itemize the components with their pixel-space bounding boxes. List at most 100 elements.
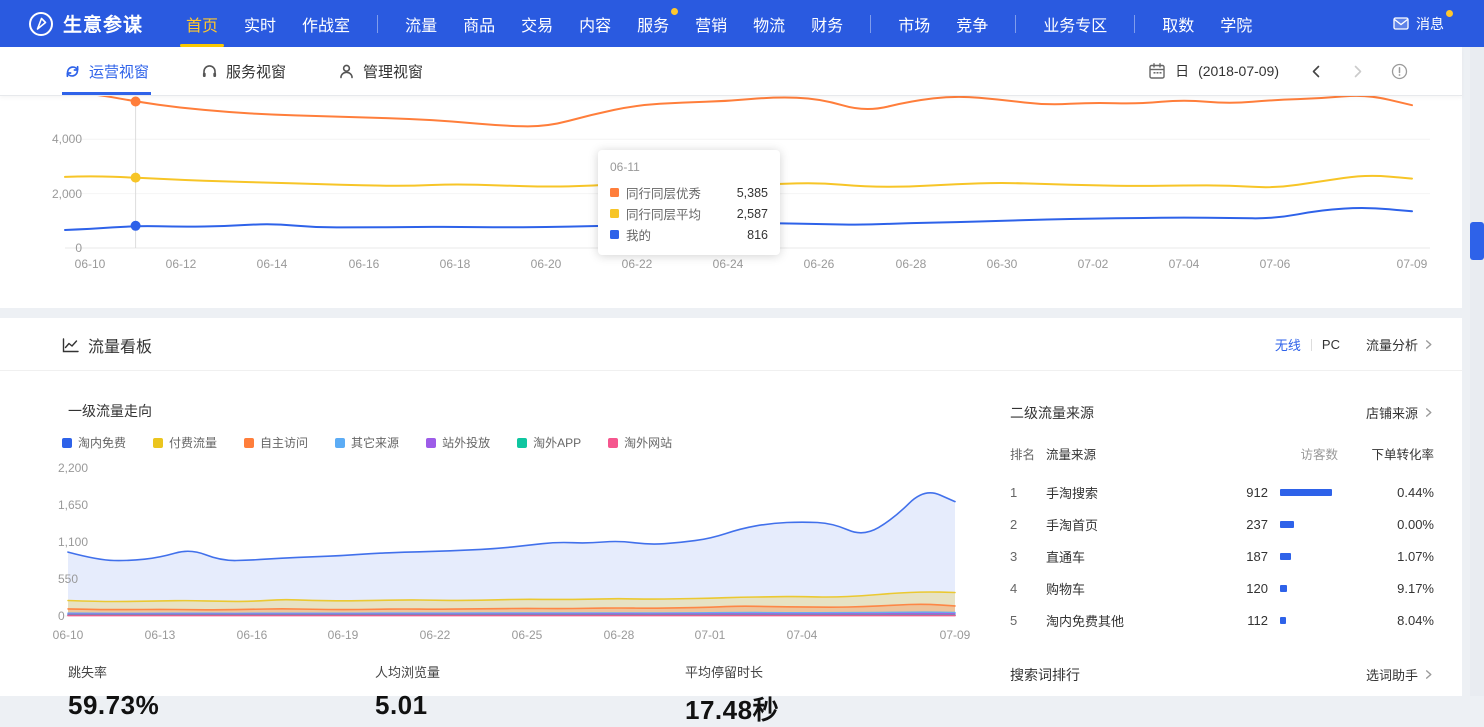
chevron-right-icon — [1423, 669, 1434, 680]
nav-item-marketing[interactable]: 营销 — [695, 12, 727, 36]
x-tick-label: 06-24 — [713, 257, 744, 271]
date-granularity: 日 — [1175, 61, 1189, 81]
metric-value: 59.73% — [68, 690, 159, 721]
tooltip-label: 同行同层平均 — [626, 204, 701, 223]
tooltip-marker — [610, 230, 619, 239]
nav-item-business-zone[interactable]: 业务专区 — [1043, 12, 1107, 36]
tooltip-value: 2,587 — [737, 207, 768, 221]
bar-fill — [1280, 553, 1291, 560]
metric-label: 平均停留时长 — [685, 662, 779, 681]
x-tick-label: 07-09 — [940, 628, 971, 642]
source-rank: 3 — [1010, 549, 1046, 564]
nav-item-home[interactable]: 首页 — [186, 12, 218, 36]
x-tick-label: 06-20 — [531, 257, 562, 271]
prev-date-button[interactable] — [1309, 64, 1324, 79]
metric-label: 人均浏览量 — [375, 662, 440, 681]
y-tick-label: 1,100 — [58, 535, 88, 549]
series-line — [65, 95, 1412, 126]
nav-item-market[interactable]: 市场 — [898, 12, 930, 36]
nav-divider — [377, 15, 378, 33]
x-tick-label: 07-09 — [1397, 257, 1428, 271]
nav-item-war-room[interactable]: 作战室 — [302, 12, 350, 36]
info-icon[interactable] — [1391, 63, 1408, 80]
source-row[interactable]: 2手淘首页2370.00% — [1010, 508, 1434, 540]
person-icon — [338, 63, 355, 80]
nav-item-content[interactable]: 内容 — [579, 12, 611, 36]
top-nav: 生意参谋 首页 实时 作战室 流量 商品 交易 内容 服务 营销 物流 财务 市场 竞争 业务专区 取数 学院… — [0, 0, 1484, 47]
source-name: 直通车 — [1046, 547, 1212, 566]
tab-service-view[interactable]: 服务视窗 — [201, 47, 286, 95]
sync-icon — [64, 63, 81, 80]
source-bar — [1268, 617, 1338, 624]
tab-operation-view[interactable]: 运营视窗 — [64, 47, 149, 95]
nav-item-traffic[interactable]: 流量 — [405, 12, 437, 36]
source-name: 手淘首页 — [1046, 515, 1212, 534]
source-rank: 2 — [1010, 517, 1046, 532]
chevron-right-icon — [1423, 407, 1434, 418]
nav-item-service[interactable]: 服务 — [637, 12, 669, 36]
shop-source-link[interactable]: 店铺来源 — [1366, 403, 1434, 422]
source-row[interactable]: 1手淘搜索9120.44% — [1010, 476, 1434, 508]
x-tick-label: 06-28 — [896, 257, 927, 271]
source-visitors: 912 — [1212, 485, 1268, 500]
bar-fill — [1280, 585, 1287, 592]
tooltip-value: 816 — [747, 228, 768, 242]
messages-label: 消息 — [1416, 14, 1444, 34]
metric-label: 跳失率 — [68, 662, 159, 681]
x-tick-label: 06-28 — [604, 628, 635, 642]
benchmark-trend-card: 4,0002,0000 06-1006-1206-1406-1606-1806-… — [0, 95, 1462, 308]
metric-value: 5.01 — [375, 690, 440, 721]
next-date-button[interactable] — [1350, 64, 1365, 79]
source-row[interactable]: 4购物车1209.17% — [1010, 572, 1434, 604]
x-tick-label: 06-22 — [622, 257, 653, 271]
tooltip-value: 5,385 — [737, 186, 768, 200]
messages-button[interactable]: 消息 — [1393, 14, 1444, 34]
tooltip-marker — [610, 188, 619, 197]
nav-item-product[interactable]: 商品 — [463, 12, 495, 36]
nav-item-academy[interactable]: 学院 — [1220, 12, 1252, 36]
brand-title: 生意参谋 — [63, 10, 143, 37]
source-name: 淘内免费其他 — [1046, 611, 1212, 630]
bar-fill — [1280, 617, 1286, 624]
nav-item-data-extract[interactable]: 取数 — [1162, 12, 1194, 36]
x-tick-label: 06-26 — [804, 257, 835, 271]
x-tick-label: 06-18 — [440, 257, 471, 271]
chart-tooltip: 06-11 同行同层优秀5,385同行同层平均2,587我的816 — [598, 150, 780, 255]
x-tick-label: 07-01 — [695, 628, 726, 642]
metric-0: 跳失率 59.73% — [68, 662, 159, 721]
x-tick-label: 06-19 — [328, 628, 359, 642]
nav-item-trade[interactable]: 交易 — [521, 12, 553, 36]
date-picker[interactable]: 日 (2018-07-09) — [1148, 61, 1279, 81]
x-tick-label: 07-06 — [1260, 257, 1291, 271]
tooltip-item: 同行同层优秀 5,385 — [610, 182, 768, 203]
source-row[interactable]: 3直通车1871.07% — [1010, 540, 1434, 572]
hover-dot — [131, 173, 141, 183]
headset-icon — [201, 63, 218, 80]
x-tick-label: 06-10 — [53, 628, 84, 642]
source-name: 购物车 — [1046, 579, 1212, 598]
sources-title: 二级流量来源 — [1010, 403, 1094, 423]
word-helper-link[interactable]: 选词助手 — [1366, 665, 1434, 684]
source-conversion: 0.44% — [1338, 485, 1434, 500]
bar-fill — [1280, 521, 1294, 528]
scrollbar-thumb[interactable] — [1470, 222, 1484, 260]
source-conversion: 0.00% — [1338, 517, 1434, 532]
nav-item-logistics[interactable]: 物流 — [753, 12, 785, 36]
x-tick-label: 07-04 — [787, 628, 818, 642]
nav-item-competition[interactable]: 竞争 — [956, 12, 988, 36]
source-conversion: 8.04% — [1338, 613, 1434, 628]
nav-item-finance[interactable]: 财务 — [811, 12, 843, 36]
nav-divider — [1015, 15, 1016, 33]
nav-item-realtime[interactable]: 实时 — [244, 12, 276, 36]
source-conversion: 1.07% — [1338, 549, 1434, 564]
messages-badge — [1446, 10, 1453, 17]
x-tick-label: 06-13 — [145, 628, 176, 642]
tooltip-label: 同行同层优秀 — [626, 183, 701, 202]
x-tick-label: 06-16 — [237, 628, 268, 642]
tooltip-date: 06-11 — [610, 160, 768, 174]
source-row[interactable]: 5淘内免费其他1128.04% — [1010, 604, 1434, 636]
tab-management-view[interactable]: 管理视窗 — [338, 47, 423, 95]
tooltip-item: 同行同层平均 2,587 — [610, 203, 768, 224]
source-visitors: 112 — [1212, 613, 1268, 628]
brand[interactable]: 生意参谋 — [28, 10, 143, 37]
